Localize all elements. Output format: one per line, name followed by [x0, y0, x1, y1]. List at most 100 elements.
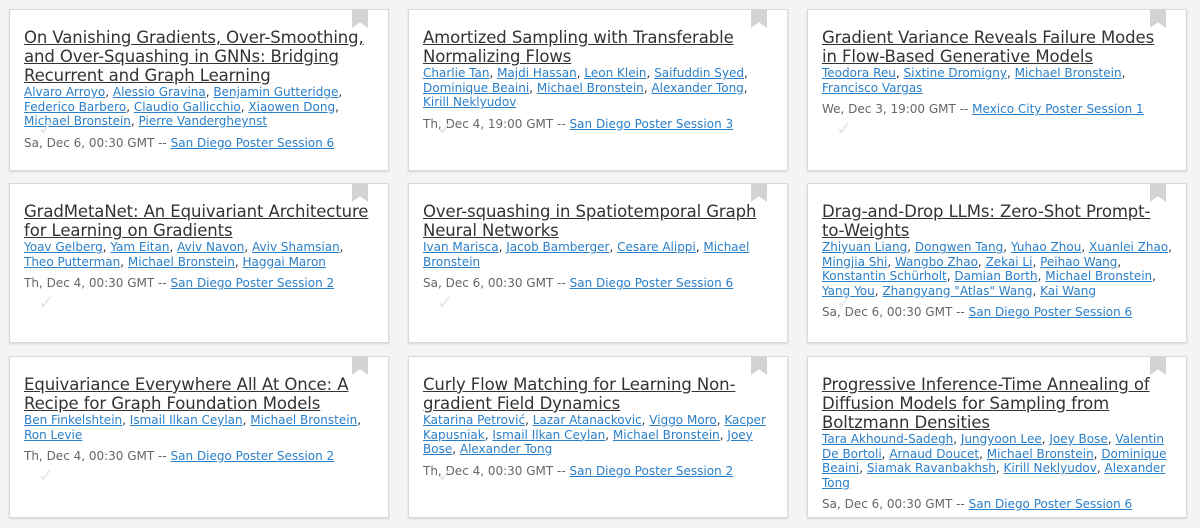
author-link[interactable]: Ivan Marisca	[423, 240, 499, 254]
author-link[interactable]: Michael Bronstein	[1045, 269, 1152, 283]
author-link[interactable]: Alexander Tong	[651, 81, 743, 95]
author-link[interactable]: Katarina Petrović	[423, 413, 525, 427]
author-link[interactable]: Francisco Vargas	[822, 81, 922, 95]
author-link[interactable]: Sixtine Dromigny	[904, 66, 1008, 80]
checkmark-icon[interactable]: ✓	[836, 118, 853, 138]
author-link[interactable]: Lazar Atanackovic	[533, 413, 642, 427]
author-link[interactable]: Ron Levie	[24, 428, 82, 442]
author-link[interactable]: Jungyoon Lee	[961, 432, 1042, 446]
author-link[interactable]: Alvaro Arroyo	[24, 85, 105, 99]
paper-title-link[interactable]: GradMetaNet: An Equivariant Architecture…	[24, 202, 374, 240]
checkmark-icon[interactable]: ✓	[437, 118, 454, 138]
author-link[interactable]: Theo Putterman	[24, 255, 120, 269]
author-link[interactable]: Jacob Bamberger	[506, 240, 609, 254]
author-link[interactable]: Ismail Ilkan Ceylan	[130, 413, 243, 427]
author-link[interactable]: Michael Bronstein	[613, 428, 720, 442]
session-link[interactable]: San Diego Poster Session 2	[171, 449, 335, 463]
session-link[interactable]: San Diego Poster Session 2	[171, 276, 335, 290]
author-link[interactable]: Dongwen Tang	[915, 240, 1003, 254]
author-link[interactable]: Zekai Li	[986, 255, 1033, 269]
bookmark-icon[interactable]	[751, 357, 767, 375]
author-separator: ,	[339, 240, 344, 254]
paper-title-link[interactable]: Over-squashing in Spatiotemporal Graph N…	[423, 202, 773, 240]
author-link[interactable]: Dominique Beaini	[423, 81, 529, 95]
session-link[interactable]: San Diego Poster Session 3	[570, 117, 734, 131]
author-link[interactable]: Alexander Tong	[460, 442, 552, 456]
author-link[interactable]: Peihao Wang	[1040, 255, 1117, 269]
session-link[interactable]: San Diego Poster Session 6	[570, 276, 734, 290]
author-link[interactable]: Kirill Neklyudov	[423, 95, 516, 109]
author-separator: ,	[1121, 66, 1126, 80]
author-link[interactable]: Aviv Shamsian	[252, 240, 340, 254]
author-link[interactable]: Charlie Tan	[423, 66, 489, 80]
author-link[interactable]: Mingjia Shi	[822, 255, 887, 269]
checkmark-icon[interactable]: ✓	[38, 465, 55, 485]
author-link[interactable]: Claudio Gallicchio	[134, 100, 241, 114]
author-link[interactable]: Benjamin Gutteridge	[213, 85, 338, 99]
author-link[interactable]: Zhiyuan Liang	[822, 240, 907, 254]
checkmark-icon[interactable]: ✓	[437, 292, 454, 312]
author-link[interactable]: Yoav Gelberg	[24, 240, 103, 254]
author-link[interactable]: Joey Bose	[1049, 432, 1107, 446]
bookmark-icon[interactable]	[1150, 184, 1166, 202]
author-link[interactable]: Viggo Moro	[649, 413, 716, 427]
author-link[interactable]: Leon Klein	[584, 66, 646, 80]
bookmark-icon[interactable]	[751, 10, 767, 28]
author-link[interactable]: Michael Bronstein	[1015, 66, 1122, 80]
author-link[interactable]: Yuhao Zhou	[1011, 240, 1081, 254]
session-time: Sa, Dec 6, 00:30 GMT --	[423, 276, 566, 290]
paper-title-link[interactable]: On Vanishing Gradients, Over-Smoothing, …	[24, 28, 374, 85]
author-link[interactable]: Michael Bronstein	[537, 81, 644, 95]
author-link[interactable]: Aviv Navon	[177, 240, 244, 254]
paper-title-link[interactable]: Progressive Inference-Time Annealing of …	[822, 375, 1172, 432]
session-link[interactable]: Mexico City Poster Session 1	[972, 102, 1144, 116]
author-link[interactable]: Cesare Alippi	[617, 240, 696, 254]
author-link[interactable]: Pierre Vandergheynst	[139, 114, 268, 128]
author-link[interactable]: Yam Eitan	[110, 240, 169, 254]
author-link[interactable]: Alessio Gravina	[113, 85, 206, 99]
checkmark-icon[interactable]: ✓	[437, 465, 454, 485]
checkmark-icon[interactable]: ✓	[38, 292, 55, 312]
author-link[interactable]: Konstantin Schürholt	[822, 269, 947, 283]
author-link[interactable]: Ismail Ilkan Ceylan	[492, 428, 605, 442]
author-link[interactable]: Tara Akhound-Sadegh	[822, 432, 953, 446]
paper-title-link[interactable]: Drag-and-Drop LLMs: Zero-Shot Prompt-to-…	[822, 202, 1172, 240]
author-link[interactable]: Zhangyang "Atlas" Wang	[882, 284, 1032, 298]
author-link[interactable]: Michael Bronstein	[987, 447, 1094, 461]
paper-title-link[interactable]: Curly Flow Matching for Learning Non-gra…	[423, 375, 773, 413]
checkmark-icon[interactable]: ✓	[38, 118, 55, 138]
session-link[interactable]: San Diego Poster Session 6	[969, 305, 1133, 319]
author-link[interactable]: Xiaowen Dong	[248, 100, 335, 114]
paper-card: Amortized Sampling with Transferable Nor…	[408, 9, 788, 171]
paper-title-link[interactable]: Equivariance Everywhere All At Once: A R…	[24, 375, 374, 413]
session-link[interactable]: San Diego Poster Session 6	[969, 497, 1133, 511]
author-link[interactable]: Michael Bronstein	[250, 413, 357, 427]
paper-title-link[interactable]: Amortized Sampling with Transferable Nor…	[423, 28, 773, 66]
session-link[interactable]: San Diego Poster Session 6	[171, 136, 335, 150]
author-link[interactable]: Arnaud Doucet	[889, 447, 979, 461]
paper-title-link[interactable]: Gradient Variance Reveals Failure Modes …	[822, 28, 1172, 66]
author-link[interactable]: Federico Barbero	[24, 100, 126, 114]
session-info: Sa, Dec 6, 00:30 GMT -- San Diego Poster…	[24, 136, 374, 150]
bookmark-icon[interactable]	[352, 184, 368, 202]
author-link[interactable]: Kirill Neklyudov	[1004, 461, 1097, 475]
author-link[interactable]: Majdi Hassan	[497, 66, 577, 80]
author-link[interactable]: Kai Wang	[1040, 284, 1096, 298]
bookmark-icon[interactable]	[751, 184, 767, 202]
session-link[interactable]: San Diego Poster Session 2	[570, 464, 734, 478]
author-link[interactable]: Wangbo Zhao	[895, 255, 978, 269]
bookmark-icon[interactable]	[1150, 10, 1166, 28]
author-link[interactable]: Ben Finkelshtein	[24, 413, 122, 427]
bookmark-icon[interactable]	[1150, 357, 1166, 375]
author-link[interactable]: Teodora Reu	[822, 66, 896, 80]
author-link[interactable]: Damian Borth	[954, 269, 1037, 283]
author-link[interactable]: Michael Bronstein	[128, 255, 235, 269]
bookmark-icon[interactable]	[352, 357, 368, 375]
checkmark-icon[interactable]: ✓	[836, 292, 853, 312]
bookmark-icon[interactable]	[352, 10, 368, 28]
author-link[interactable]: Xuanlei Zhao	[1089, 240, 1168, 254]
author-separator: ,	[907, 240, 915, 254]
author-link[interactable]: Haggai Maron	[242, 255, 325, 269]
author-link[interactable]: Saifuddin Syed	[654, 66, 744, 80]
author-link[interactable]: Siamak Ravanbakhsh	[867, 461, 996, 475]
